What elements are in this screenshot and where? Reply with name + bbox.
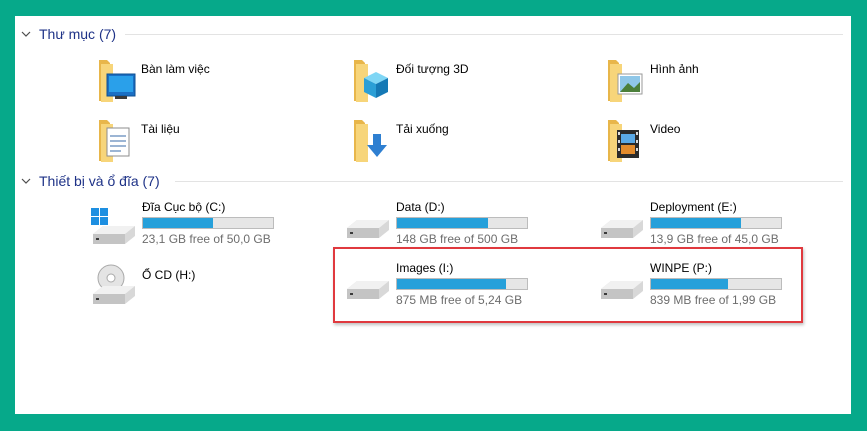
folder-label: Bàn làm việc: [141, 62, 210, 76]
documents-folder-icon: [99, 120, 130, 162]
highlight-annotation-box: [333, 247, 803, 323]
downloads-folder-icon: [354, 120, 387, 162]
folder-label: Đối tượng 3D: [396, 62, 469, 76]
drive-label: Data (D:): [396, 200, 445, 214]
drive-label: Ổ CD (H:): [142, 268, 196, 282]
desktop-folder-icon: [99, 60, 136, 102]
folder-item-desktop[interactable]: Bàn làm việc: [93, 56, 293, 106]
usage-bar: [142, 217, 274, 229]
folder-label: Tải xuống: [396, 122, 449, 136]
drive-label: Deployment (E:): [650, 200, 737, 214]
drive-free-space: 23,1 GB free of 50,0 GB: [142, 232, 271, 246]
drive-item-c[interactable]: Đĩa Cục bộ (C:) 23,1 GB free of 50,0 GB: [89, 200, 289, 250]
chevron-down-icon: [21, 178, 31, 184]
3d-objects-folder-icon: [354, 60, 388, 102]
folder-item-downloads[interactable]: Tải xuống: [348, 116, 548, 166]
group-header-folders[interactable]: Thư mục (7): [21, 24, 116, 44]
usage-bar-fill: [397, 218, 488, 228]
drive-free-space: 148 GB free of 500 GB: [396, 232, 519, 246]
drive-item-h[interactable]: Ổ CD (H:): [89, 262, 289, 312]
usage-bar-fill: [651, 218, 741, 228]
drive-label: Đĩa Cục bộ (C:): [142, 200, 226, 214]
folder-item-3d-objects[interactable]: Đối tượng 3D: [348, 56, 548, 106]
file-explorer-window: Thư mục (7) Bàn làm việc Đối tượng 3D Hì…: [15, 16, 851, 414]
folder-item-videos[interactable]: Video: [602, 116, 802, 166]
usage-bar-fill: [143, 218, 214, 228]
drive-free-space: 13,9 GB free of 45,0 GB: [650, 232, 779, 246]
group-header-drives[interactable]: Thiết bị và ổ đĩa (7): [21, 171, 160, 191]
hard-drive-icon: [347, 220, 389, 238]
usage-bar: [650, 217, 782, 229]
chevron-down-icon: [21, 31, 31, 37]
usage-bar: [396, 217, 528, 229]
cd-drive-icon: [93, 264, 135, 304]
group-title-folders: Thư mục (7): [39, 26, 117, 42]
folder-item-pictures[interactable]: Hình ảnh: [602, 56, 802, 106]
drive-item-e[interactable]: Deployment (E:) 13,9 GB free of 45,0 GB: [597, 200, 797, 250]
pictures-folder-icon: [608, 60, 643, 102]
group-divider: [125, 34, 843, 35]
videos-folder-icon: [608, 120, 639, 162]
folder-label: Hình ảnh: [650, 62, 699, 76]
folder-item-documents[interactable]: Tài liệu: [93, 116, 293, 166]
folder-label: Tài liệu: [141, 122, 180, 136]
group-title-drives: Thiết bị và ổ đĩa (7): [39, 173, 160, 189]
hard-drive-icon: [601, 220, 643, 238]
folder-label: Video: [650, 122, 681, 136]
windows-drive-icon: [91, 208, 135, 244]
drive-item-d[interactable]: Data (D:) 148 GB free of 500 GB: [343, 200, 543, 250]
group-divider: [175, 181, 843, 182]
